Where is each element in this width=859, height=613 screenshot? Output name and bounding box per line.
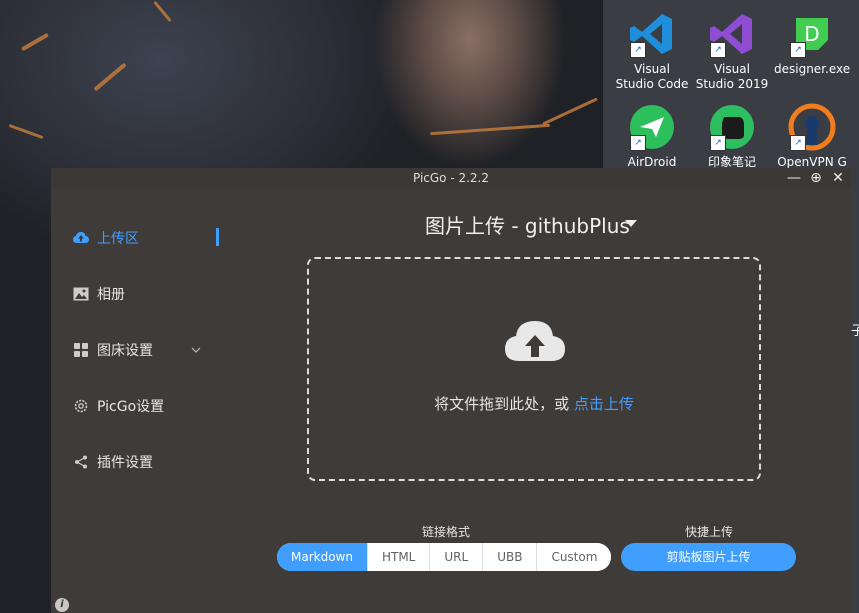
link-format-label: 链接格式 <box>422 525 471 539</box>
page-title[interactable]: 图片上传 - githubPlus <box>425 210 630 239</box>
format-url-button[interactable]: URL <box>430 543 484 571</box>
openvpn-icon: ↗ <box>788 103 836 151</box>
format-markdown-button[interactable]: Markdown <box>277 543 368 571</box>
desktop-icon-evernote[interactable]: ↗ 印象笔记 <box>694 103 770 170</box>
minimize-button[interactable]: — <box>785 168 803 188</box>
wallpaper-streak <box>542 97 598 126</box>
picgo-window: PicGo - 2.2.2 — ⊕ ✕ 上传区 相册 图床设置 PicGo设置 … <box>51 168 851 613</box>
sidebar-item-label: 相册 <box>97 287 125 303</box>
chevron-down-icon[interactable] <box>191 343 201 356</box>
wallpaper-streak <box>430 123 550 136</box>
sidebar-item-plugin-settings[interactable]: 插件设置 <box>73 450 153 474</box>
svg-text:D: D <box>804 22 819 46</box>
wallpaper-streak <box>153 0 172 23</box>
active-indicator <box>216 228 219 246</box>
drop-text: 将文件拖到此处，或 <box>434 395 574 413</box>
upload-cloud-icon <box>73 230 89 246</box>
desktop-edge-text: 子 <box>851 324 859 339</box>
upload-cloud-icon <box>505 319 565 363</box>
clipboard-upload-button[interactable]: 剪贴板图片上传 <box>621 543 796 571</box>
gear-icon <box>73 398 89 414</box>
picture-icon <box>73 286 89 302</box>
desktop-icon-designer[interactable]: D ↗ designer.exe <box>774 10 850 77</box>
caret-down-icon[interactable] <box>625 220 637 227</box>
title-bar[interactable]: PicGo - 2.2.2 — ⊕ ✕ <box>51 168 851 188</box>
sidebar-item-gallery[interactable]: 相册 <box>73 282 125 306</box>
sidebar-item-label: 上传区 <box>97 231 139 247</box>
sidebar-item-upload[interactable]: 上传区 <box>73 226 139 250</box>
close-button[interactable]: ✕ <box>829 168 847 188</box>
desktop-icon-visual-studio[interactable]: ↗ Visual Studio 2019 <box>694 10 770 92</box>
upload-dropzone[interactable]: 将文件拖到此处，或 点击上传 <box>307 257 761 481</box>
desktop-icon-label: designer.exe <box>774 62 851 76</box>
sidebar-item-label: 图床设置 <box>97 343 153 359</box>
format-ubb-button[interactable]: UBB <box>483 543 538 571</box>
vscode-icon: ↗ <box>628 10 676 58</box>
sidebar-item-picbed-settings[interactable]: 图床设置 <box>73 338 153 362</box>
desktop-icon-openvpn[interactable]: ↗ OpenVPN G <box>774 103 850 170</box>
wallpaper-streak <box>21 32 49 52</box>
window-title: PicGo - 2.2.2 <box>412 171 490 185</box>
grid-icon <box>73 342 89 358</box>
window-controls: — ⊕ ✕ <box>785 168 847 188</box>
qt-designer-icon: D ↗ <box>788 10 836 58</box>
desktop-icon-label: Visual Studio Code <box>615 62 689 91</box>
link-format-group: Markdown HTML URL UBB Custom <box>277 543 612 571</box>
sidebar-item-label: PicGo设置 <box>97 399 165 415</box>
visual-studio-icon: ↗ <box>708 10 756 58</box>
quick-upload-label: 快捷上传 <box>685 525 734 539</box>
drop-instructions: 将文件拖到此处，或 点击上传 <box>309 393 759 414</box>
click-upload-link[interactable]: 点击上传 <box>574 395 634 413</box>
share-icon <box>73 454 89 470</box>
wallpaper-streak <box>93 62 127 92</box>
desktop-area <box>851 170 859 613</box>
sidebar-item-picgo-settings[interactable]: PicGo设置 <box>73 394 164 418</box>
desktop-icon-vscode[interactable]: ↗ Visual Studio Code <box>614 10 690 92</box>
format-custom-button[interactable]: Custom <box>537 543 612 571</box>
wallpaper-streak <box>8 123 44 140</box>
info-icon[interactable]: i <box>55 598 69 612</box>
pin-button[interactable]: ⊕ <box>807 168 825 188</box>
sidebar: 上传区 相册 图床设置 PicGo设置 插件设置 <box>51 188 226 613</box>
format-html-button[interactable]: HTML <box>367 543 431 571</box>
sidebar-item-label: 插件设置 <box>97 455 153 471</box>
desktop-icon-label: Visual Studio 2019 <box>695 62 769 91</box>
evernote-icon: ↗ <box>708 103 756 151</box>
desktop-icon-airdroid[interactable]: ↗ AirDroid <box>614 103 690 170</box>
airdroid-icon: ↗ <box>628 103 676 151</box>
